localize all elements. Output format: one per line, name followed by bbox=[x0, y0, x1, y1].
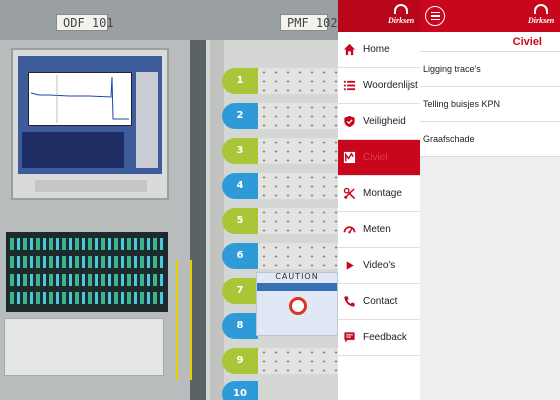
logo-text: Dirksen bbox=[388, 16, 415, 25]
sidebar-item-label: Veiligheid bbox=[363, 116, 406, 127]
background-photo: ODF 101 PMF 102 1 2 3 4 5 6 7 8 9 10 CAU… bbox=[0, 0, 338, 400]
content-list: Civiel Ligging trace's Telling buisjes K… bbox=[420, 32, 560, 157]
tray-shelf bbox=[258, 208, 338, 234]
nav-sidebar: Dirksen Home Woordenlijst Veiligheid Civ… bbox=[338, 0, 420, 400]
tray-shelf bbox=[258, 138, 338, 164]
tray-shelf bbox=[258, 243, 338, 269]
tray-label: 5 bbox=[222, 208, 258, 234]
logo-text: Dirksen bbox=[528, 16, 555, 25]
sidebar-item-contact[interactable]: Contact bbox=[338, 284, 420, 320]
sidebar-item-home[interactable]: Home bbox=[338, 32, 420, 68]
sidebar-item-meten[interactable]: Meten bbox=[338, 212, 420, 248]
tray-label: 10 bbox=[222, 381, 258, 400]
brand-logo: Dirksen bbox=[528, 4, 554, 28]
yellow-fiber-cable bbox=[176, 260, 192, 380]
list-icon bbox=[342, 79, 356, 93]
tray-label: 1 bbox=[222, 68, 258, 94]
otdr-monitor bbox=[11, 48, 169, 200]
civiel-icon bbox=[342, 151, 356, 165]
sidebar-item-veiligheid[interactable]: Veiligheid bbox=[338, 104, 420, 140]
sidebar-item-woordenlijst[interactable]: Woordenlijst bbox=[338, 68, 420, 104]
tray-label: 3 bbox=[222, 138, 258, 164]
list-item-graafschade[interactable]: Graafschade bbox=[420, 122, 560, 157]
main-panel: Dirksen Civiel Ligging trace's Telling b… bbox=[420, 0, 560, 400]
sidebar-item-civiel[interactable]: Civiel bbox=[338, 140, 420, 176]
tray-shelf bbox=[258, 348, 338, 374]
tray-shelf bbox=[258, 173, 338, 199]
tray-label: 6 bbox=[222, 243, 258, 269]
pmf-label: PMF 102 bbox=[280, 14, 338, 31]
tools-icon bbox=[342, 187, 356, 201]
list-item-ligging-traces[interactable]: Ligging trace's bbox=[420, 52, 560, 87]
phone-icon bbox=[342, 295, 356, 309]
sidebar-header: Dirksen bbox=[338, 0, 420, 32]
sticker-stripe bbox=[257, 283, 337, 291]
gauge-icon bbox=[342, 223, 356, 237]
logo-mark-icon bbox=[534, 4, 548, 14]
otdr-trace bbox=[28, 72, 132, 126]
tray-shelf bbox=[258, 103, 338, 129]
list-item-telling-buisjes-kpn[interactable]: Telling buisjes KPN bbox=[420, 87, 560, 122]
tray-label: 2 bbox=[222, 103, 258, 129]
feedback-icon bbox=[342, 331, 356, 345]
monitor-bezel bbox=[35, 180, 147, 192]
sidebar-item-label: Woordenlijst bbox=[363, 80, 418, 91]
sidebar-item-label: Home bbox=[363, 44, 390, 55]
tray-label: 7 bbox=[222, 278, 258, 304]
sidebar-item-montage[interactable]: Montage bbox=[338, 176, 420, 212]
otdr-table bbox=[22, 132, 124, 168]
sidebar-item-videos[interactable]: Video's bbox=[338, 248, 420, 284]
sidebar-item-label: Meten bbox=[363, 224, 391, 235]
page-title: Civiel bbox=[420, 32, 560, 52]
play-icon bbox=[342, 259, 356, 273]
sidebar-item-label: Contact bbox=[363, 296, 398, 307]
otdr-screen bbox=[18, 56, 162, 174]
tray-label: 9 bbox=[222, 348, 258, 374]
tray-label: 8 bbox=[222, 313, 258, 339]
app-topbar: Dirksen bbox=[420, 0, 560, 32]
home-icon bbox=[342, 43, 356, 57]
patch-panel bbox=[6, 232, 168, 312]
sidebar-item-label: Civiel bbox=[363, 152, 388, 163]
caution-sticker: CAUTION bbox=[256, 272, 338, 336]
sidebar-item-label: Video's bbox=[363, 260, 396, 271]
otdr-side-panel bbox=[136, 72, 158, 168]
sidebar-item-feedback[interactable]: Feedback bbox=[338, 320, 420, 356]
tray-label: 4 bbox=[222, 173, 258, 199]
tray-shelf bbox=[258, 68, 338, 94]
device-unit bbox=[4, 318, 164, 376]
caution-text: CAUTION bbox=[275, 272, 319, 281]
brand-logo: Dirksen bbox=[388, 4, 414, 28]
odf-label: ODF 101 bbox=[56, 14, 114, 31]
sidebar-item-label: Montage bbox=[363, 188, 402, 199]
shield-icon bbox=[342, 115, 356, 129]
sidebar-item-label: Feedback bbox=[363, 332, 407, 343]
prohibition-sign-icon bbox=[289, 297, 307, 315]
hamburger-icon[interactable] bbox=[425, 6, 445, 26]
logo-mark-icon bbox=[394, 4, 408, 14]
